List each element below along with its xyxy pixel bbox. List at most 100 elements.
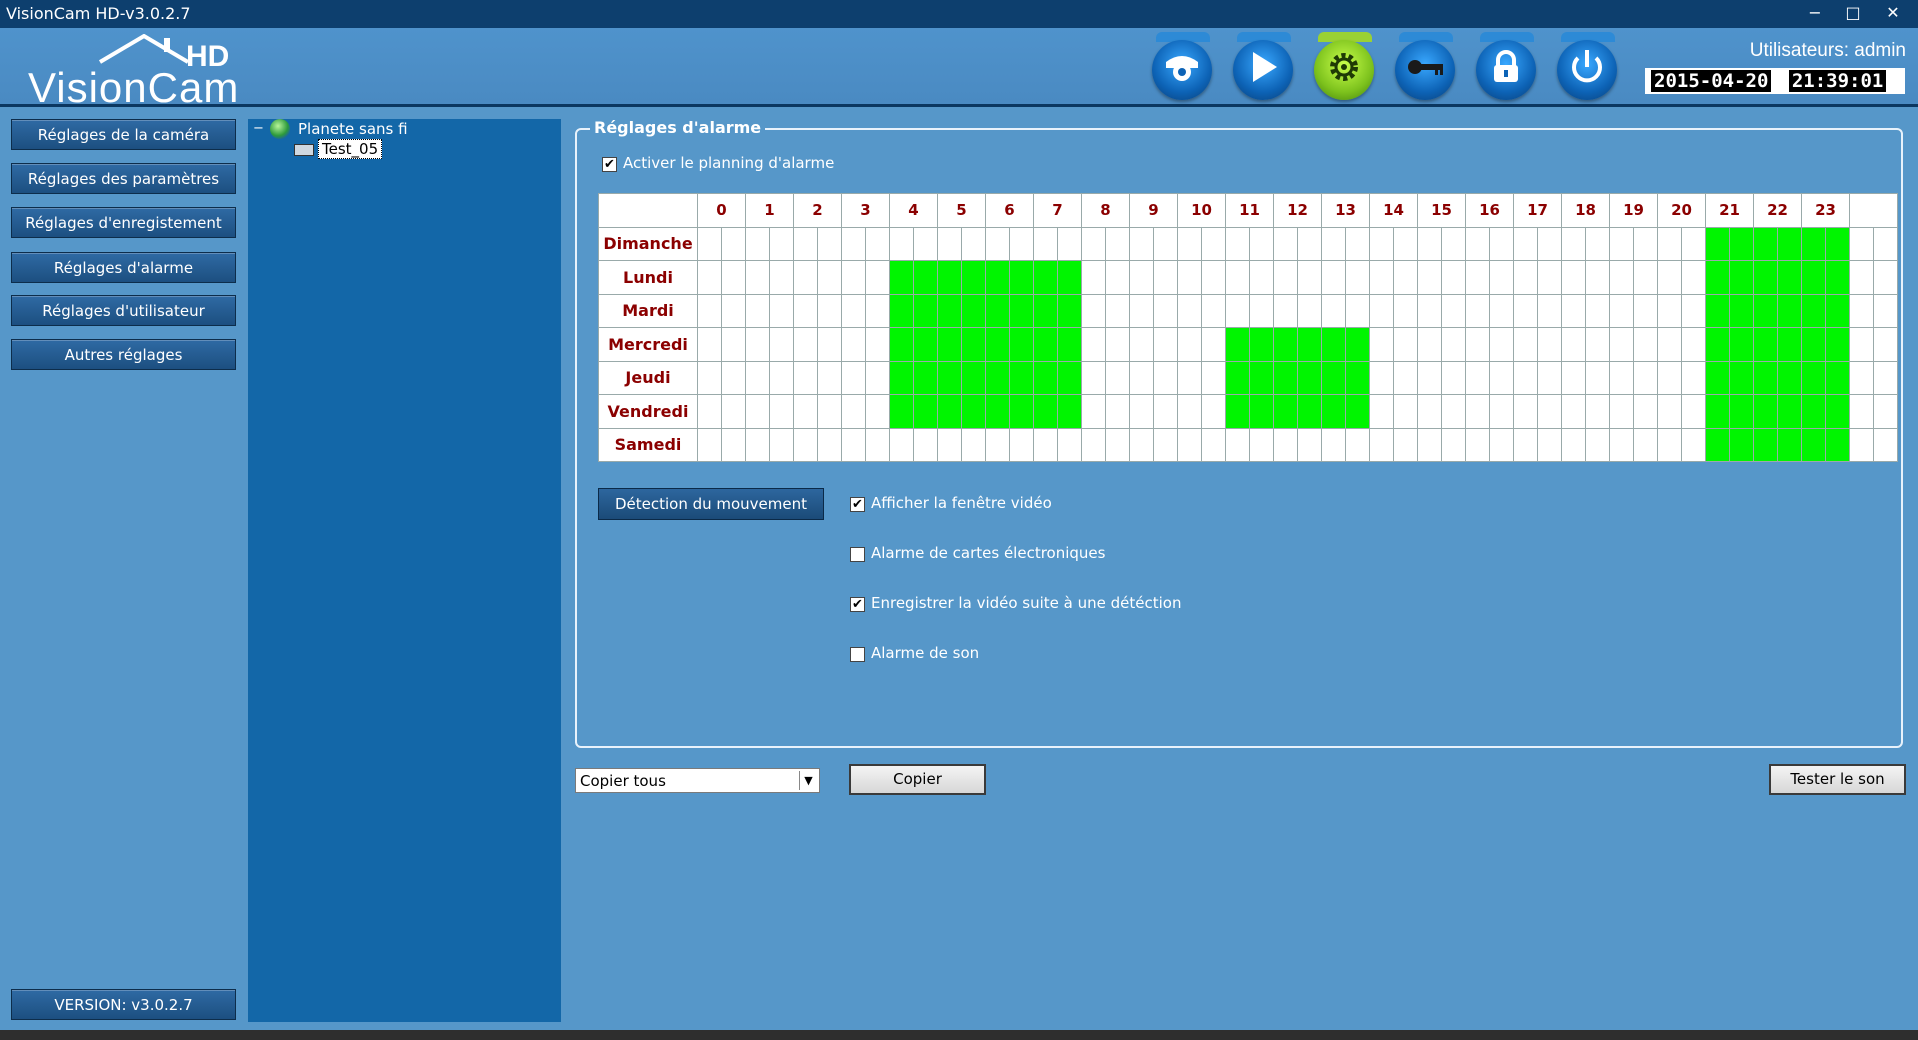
- schedule-cell[interactable]: [1177, 226, 1202, 261]
- schedule-cell[interactable]: [769, 394, 794, 429]
- hour-header-18[interactable]: 18: [1561, 193, 1610, 228]
- schedule-cell[interactable]: [1585, 360, 1610, 395]
- schedule-cell[interactable]: [1153, 360, 1178, 395]
- schedule-cell[interactable]: [889, 293, 914, 328]
- schedule-cell[interactable]: [1561, 394, 1586, 429]
- schedule-cell[interactable]: [841, 394, 866, 429]
- hour-header-21[interactable]: 21: [1705, 193, 1754, 228]
- schedule-cell[interactable]: [1225, 327, 1250, 362]
- schedule-cell[interactable]: [769, 327, 794, 362]
- schedule-cell[interactable]: [889, 260, 914, 295]
- schedule-cell[interactable]: [985, 260, 1010, 295]
- hour-header-1[interactable]: 1: [745, 193, 794, 228]
- schedule-cell[interactable]: [1681, 327, 1706, 362]
- schedule-cell[interactable]: [1753, 226, 1778, 261]
- schedule-cell[interactable]: [1273, 327, 1298, 362]
- schedule-cell[interactable]: [1729, 360, 1754, 395]
- schedule-cell[interactable]: [1633, 260, 1658, 295]
- schedule-cell[interactable]: [1417, 394, 1442, 429]
- schedule-cell[interactable]: [1777, 327, 1802, 362]
- schedule-cell[interactable]: [793, 394, 818, 429]
- schedule-cell[interactable]: [1465, 427, 1490, 462]
- schedule-cell[interactable]: [985, 360, 1010, 395]
- schedule-cell[interactable]: [889, 427, 914, 462]
- schedule-cell[interactable]: [1801, 293, 1826, 328]
- day-label-lundi[interactable]: Lundi: [598, 260, 698, 295]
- schedule-cell[interactable]: [1273, 427, 1298, 462]
- schedule-cell[interactable]: [1489, 427, 1514, 462]
- schedule-cell[interactable]: [1561, 327, 1586, 362]
- schedule-cell[interactable]: [841, 293, 866, 328]
- schedule-cell[interactable]: [913, 394, 938, 429]
- schedule-cell[interactable]: [865, 293, 890, 328]
- schedule-cell[interactable]: [1417, 260, 1442, 295]
- playback-button[interactable]: [1229, 32, 1299, 102]
- schedule-cell[interactable]: [1177, 360, 1202, 395]
- schedule-cell[interactable]: [937, 394, 962, 429]
- schedule-cell[interactable]: [1033, 327, 1058, 362]
- schedule-cell[interactable]: [1321, 327, 1346, 362]
- schedule-cell[interactable]: [1537, 394, 1562, 429]
- schedule-cell[interactable]: [1393, 394, 1418, 429]
- schedule-cell[interactable]: [1297, 394, 1322, 429]
- schedule-cell[interactable]: [1513, 260, 1538, 295]
- schedule-cell[interactable]: [1249, 394, 1274, 429]
- schedule-cell[interactable]: [1009, 226, 1034, 261]
- day-label-samedi[interactable]: Samedi: [598, 427, 698, 462]
- schedule-cell[interactable]: [1249, 427, 1274, 462]
- schedule-cell[interactable]: [1489, 327, 1514, 362]
- schedule-cell[interactable]: [1057, 260, 1082, 295]
- schedule-cell[interactable]: [913, 360, 938, 395]
- schedule-cell[interactable]: [1513, 327, 1538, 362]
- schedule-cell[interactable]: [1129, 260, 1154, 295]
- schedule-cell[interactable]: [1729, 226, 1754, 261]
- schedule-cell[interactable]: [1681, 260, 1706, 295]
- schedule-cell[interactable]: [1585, 327, 1610, 362]
- schedule-cell[interactable]: [1777, 293, 1802, 328]
- show-video-window-checkbox[interactable]: ✔: [850, 497, 865, 512]
- schedule-cell[interactable]: [1681, 226, 1706, 261]
- schedule-cell[interactable]: [1345, 293, 1370, 328]
- schedule-cell[interactable]: [1465, 260, 1490, 295]
- schedule-cell[interactable]: [889, 226, 914, 261]
- schedule-cell[interactable]: [1777, 260, 1802, 295]
- schedule-cell[interactable]: [985, 226, 1010, 261]
- motion-detection-button[interactable]: Détection du mouvement: [598, 488, 824, 520]
- hour-header-5[interactable]: 5: [937, 193, 986, 228]
- schedule-cell[interactable]: [841, 260, 866, 295]
- tree-camera-node[interactable]: Test_05: [318, 139, 383, 159]
- hour-header-6[interactable]: 6: [985, 193, 1034, 228]
- schedule-cell[interactable]: [841, 327, 866, 362]
- schedule-cell[interactable]: [937, 360, 962, 395]
- hour-header-20[interactable]: 20: [1657, 193, 1706, 228]
- schedule-cell[interactable]: [1273, 293, 1298, 328]
- schedule-cell[interactable]: [1129, 360, 1154, 395]
- schedule-cell[interactable]: [745, 427, 770, 462]
- schedule-cell[interactable]: [1489, 226, 1514, 261]
- schedule-cell[interactable]: [1729, 293, 1754, 328]
- schedule-cell[interactable]: [1609, 293, 1634, 328]
- schedule-cell[interactable]: [937, 327, 962, 362]
- test-sound-button[interactable]: Tester le son: [1769, 764, 1906, 795]
- schedule-cell[interactable]: [961, 427, 986, 462]
- schedule-cell[interactable]: [1801, 394, 1826, 429]
- schedule-cell[interactable]: [1321, 226, 1346, 261]
- hour-header-22[interactable]: 22: [1753, 193, 1802, 228]
- schedule-cell[interactable]: [1441, 260, 1466, 295]
- key-button[interactable]: [1391, 32, 1461, 102]
- schedule-cell[interactable]: [1753, 394, 1778, 429]
- schedule-cell[interactable]: [865, 226, 890, 261]
- schedule-cell[interactable]: [1801, 327, 1826, 362]
- schedule-cell[interactable]: [1681, 427, 1706, 462]
- schedule-cell[interactable]: [1705, 427, 1730, 462]
- schedule-cell[interactable]: [769, 260, 794, 295]
- schedule-cell[interactable]: [1561, 293, 1586, 328]
- hour-header-15[interactable]: 15: [1417, 193, 1466, 228]
- schedule-cell[interactable]: [769, 427, 794, 462]
- schedule-cell[interactable]: [1345, 360, 1370, 395]
- schedule-cell[interactable]: [1105, 293, 1130, 328]
- schedule-cell[interactable]: [1633, 226, 1658, 261]
- schedule-cell[interactable]: [1201, 327, 1226, 362]
- schedule-cell[interactable]: [1393, 293, 1418, 328]
- sidebar-item-recording-settings[interactable]: Réglages d'enregistement: [11, 207, 236, 238]
